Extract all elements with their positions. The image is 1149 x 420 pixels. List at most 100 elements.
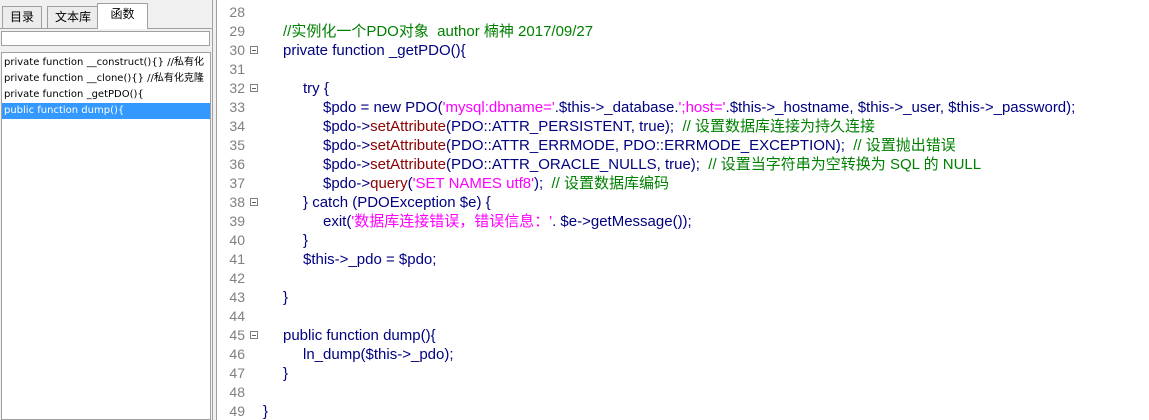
code-line[interactable]: 31: [217, 60, 1149, 79]
code-token: .$this->_database.: [554, 99, 679, 116]
function-item[interactable]: private function __construct(){} //私有化: [2, 55, 210, 71]
function-filter-input[interactable]: [1, 31, 210, 46]
line-number: 31: [229, 61, 245, 77]
code-line[interactable]: 33 $pdo = new PDO('mysql:dbname='.$this->…: [217, 98, 1149, 117]
code-text: $pdo->setAttribute(PDO::ATTR_ORACLE_NULL…: [323, 155, 981, 174]
code-token: // 设置数据库编码: [551, 175, 669, 192]
code-line[interactable]: 28: [217, 3, 1149, 22]
code-line[interactable]: 32 try {: [217, 79, 1149, 98]
code-line[interactable]: 29 //实例化一个PDO对象 author 楠神 2017/09/27: [217, 22, 1149, 41]
line-number: 29: [229, 23, 245, 39]
code-token: }: [263, 403, 269, 420]
code-line[interactable]: 40}: [217, 231, 1149, 250]
code-token: (PDO::ATTR_ERRMODE, PDO::ERRMODE_EXCEPTI…: [446, 137, 854, 154]
line-number: 48: [229, 384, 245, 400]
code-text: }: [283, 288, 288, 307]
code-line[interactable]: 48: [217, 383, 1149, 402]
code-text: }: [303, 231, 308, 250]
code-line[interactable]: 36 $pdo->setAttribute(PDO::ATTR_ORACLE_NU…: [217, 155, 1149, 174]
code-token: // 设置当字符串为空转换为 SQL 的 NULL: [708, 156, 982, 173]
fold-toggle-icon[interactable]: [250, 198, 258, 206]
code-token: public function: [283, 327, 384, 344]
code-text: }: [283, 364, 288, 383]
code-token: query: [370, 175, 408, 192]
line-number: 30: [229, 42, 245, 58]
fold-toggle-icon[interactable]: [250, 331, 258, 339]
function-item[interactable]: private function __clone(){} //私有化克隆: [2, 71, 210, 87]
code-line[interactable]: 37 $pdo->query('SET NAMES utf8'); // 设置数据…: [217, 174, 1149, 193]
panel-tabs: 目录 文本库 函数: [0, 2, 213, 29]
code-text: //实例化一个PDO对象 author 楠神 2017/09/27: [283, 22, 593, 41]
code-token: . $e->getMessage());: [552, 213, 692, 230]
code-line[interactable]: 30 private function _getPDO(){: [217, 41, 1149, 60]
code-line[interactable]: 42: [217, 269, 1149, 288]
code-line[interactable]: 35 $pdo->setAttribute(PDO::ATTR_ERRMODE, …: [217, 136, 1149, 155]
code-token: (PDO::ATTR_ORACLE_NULLS, true);: [446, 156, 709, 173]
code-text: private function _getPDO(){: [283, 41, 466, 60]
fold-toggle-icon[interactable]: [250, 46, 258, 54]
code-token: setAttribute: [370, 137, 446, 154]
line-number: 46: [229, 346, 245, 362]
code-token: setAttribute: [370, 156, 446, 173]
code-token: }: [303, 194, 313, 211]
code-token: 'mysql:dbname=': [442, 99, 555, 116]
code-token: // 设置抛出错误: [853, 137, 956, 154]
code-text: $this->_pdo = $pdo;: [303, 250, 436, 269]
line-number: 49: [229, 403, 245, 419]
line-number: 43: [229, 289, 245, 305]
line-number: 38: [229, 194, 245, 210]
code-token: dump(){: [383, 327, 436, 344]
code-line[interactable]: 45 public function dump(){: [217, 326, 1149, 345]
code-line[interactable]: 41 $this->_pdo = $pdo;: [217, 250, 1149, 269]
code-line[interactable]: 34 $pdo->setAttribute(PDO::ATTR_PERSISTEN…: [217, 117, 1149, 136]
function-item-selected[interactable]: public function dump(){: [2, 103, 210, 119]
code-line[interactable]: 49}: [217, 402, 1149, 420]
code-token: 'SET NAMES utf8': [412, 175, 534, 192]
code-line[interactable]: 38} catch (PDOException $e) {: [217, 193, 1149, 212]
code-line[interactable]: 39 exit('数据库连接错误，错误信息：'. $e->getMessage()…: [217, 212, 1149, 231]
function-item[interactable]: private function _getPDO(){: [2, 87, 210, 103]
line-number: 34: [229, 118, 245, 134]
code-token: $pdo->: [323, 156, 371, 173]
line-number: 32: [229, 80, 245, 96]
code-token: .$this->_hostname, $this->_user, $this->…: [725, 99, 1076, 116]
code-token: catch: [312, 194, 353, 211]
code-line[interactable]: 47}: [217, 364, 1149, 383]
fold-toggle-icon[interactable]: [250, 84, 258, 92]
function-list[interactable]: private function __construct(){} //私有化 p…: [1, 52, 211, 420]
code-line[interactable]: 46 ln_dump($this->_pdo);: [217, 345, 1149, 364]
code-token: (PDO::ATTR_PERSISTENT, true);: [446, 118, 683, 135]
line-number: 33: [229, 99, 245, 115]
code-token: }: [303, 232, 309, 249]
code-token: '数据库连接错误，错误信息：': [351, 213, 553, 230]
tab-directory[interactable]: 目录: [2, 6, 42, 28]
code-text: $pdo->setAttribute(PDO::ATTR_PERSISTENT,…: [323, 117, 875, 136]
code-token: ln_dump($this->_pdo);: [303, 346, 454, 363]
line-number: 42: [229, 270, 245, 286]
code-token: ';host=': [678, 99, 726, 116]
code-token: }: [283, 289, 289, 306]
code-text: try {: [303, 79, 329, 98]
code-text: $pdo->query('SET NAMES utf8'); // 设置数据库编…: [323, 174, 669, 193]
code-text: $pdo->setAttribute(PDO::ATTR_ERRMODE, PD…: [323, 136, 956, 155]
code-token: );: [533, 175, 552, 192]
code-token: $pdo = new PDO(: [323, 99, 443, 116]
code-text: exit('数据库连接错误，错误信息：'. $e->getMessage());: [323, 212, 692, 231]
line-number: 36: [229, 156, 245, 172]
line-number: 37: [229, 175, 245, 191]
code-token: $pdo->: [323, 118, 371, 135]
line-number: 47: [229, 365, 245, 381]
line-number: 39: [229, 213, 245, 229]
code-token: private function: [283, 42, 389, 59]
code-token: {: [323, 80, 329, 97]
code-editor[interactable]: 28 29 //实例化一个PDO对象 author 楠神 2017/09/27 30 p…: [216, 0, 1149, 420]
tab-functions[interactable]: 函数: [97, 3, 148, 29]
code-token: }: [283, 365, 289, 382]
tab-text-library[interactable]: 文本库: [47, 6, 99, 28]
code-token: (PDOException $e) {: [352, 194, 491, 211]
code-line[interactable]: 43}: [217, 288, 1149, 307]
line-number: 45: [229, 327, 245, 343]
code-text: ln_dump($this->_pdo);: [303, 345, 454, 364]
code-line[interactable]: 44: [217, 307, 1149, 326]
code-token: $pdo->: [323, 175, 371, 192]
